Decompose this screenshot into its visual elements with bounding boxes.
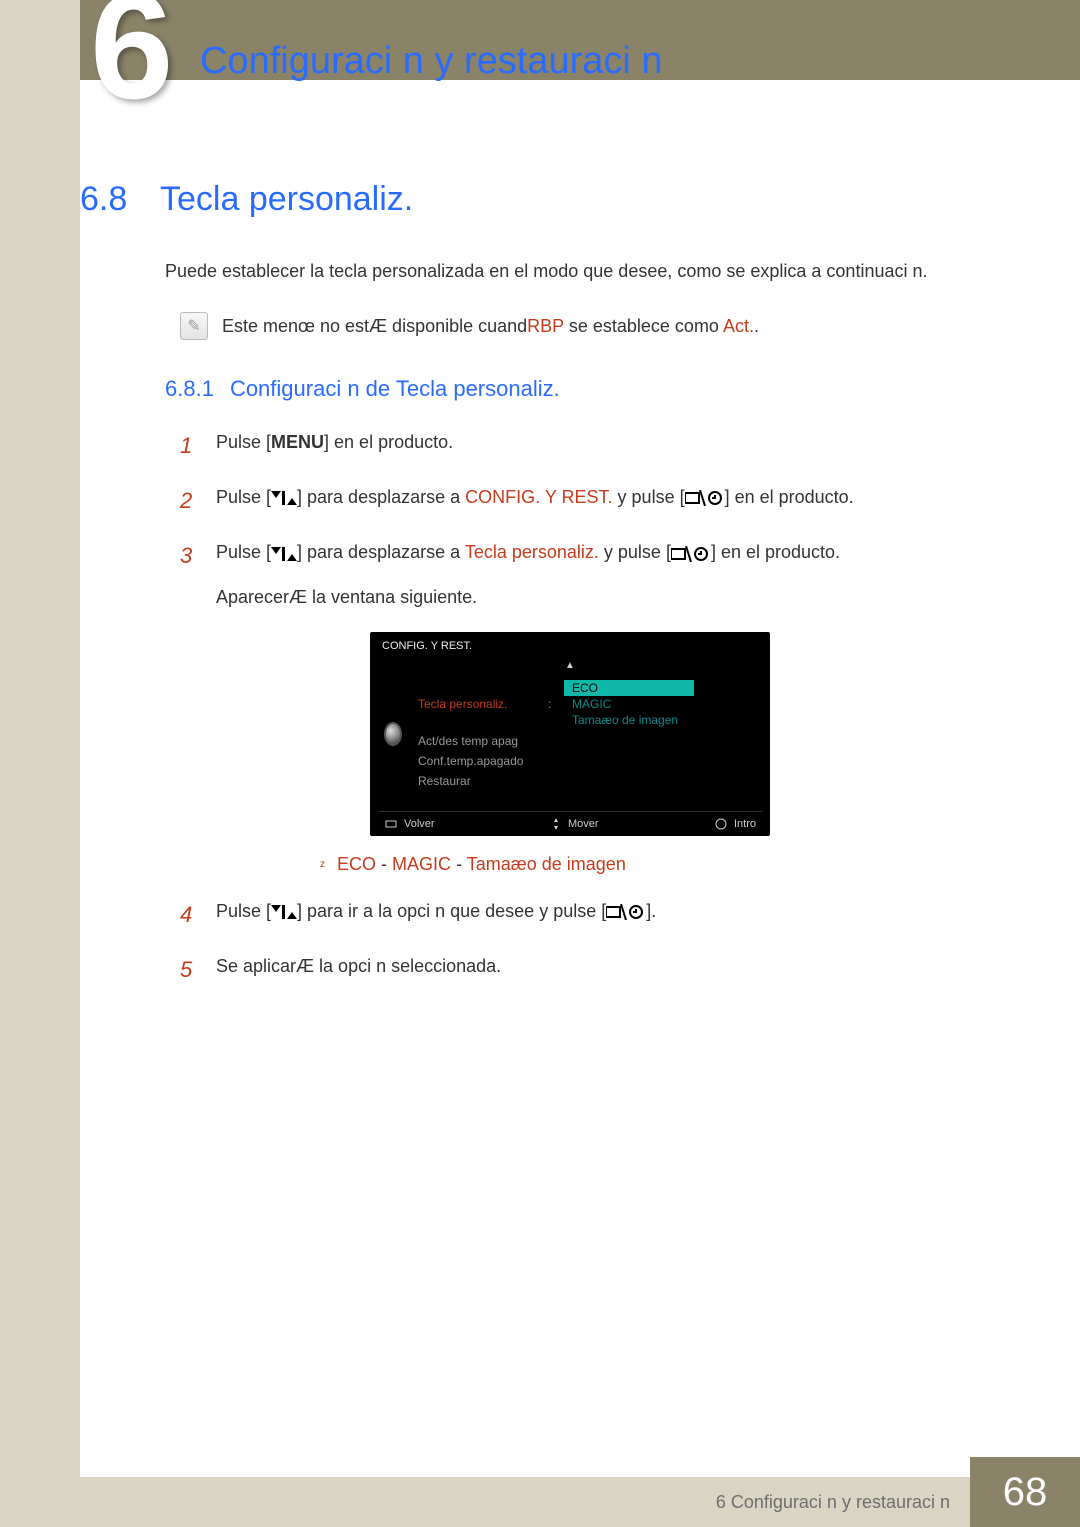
- opt: MAGIC: [392, 854, 451, 874]
- hl: CONFIG. Y REST.: [465, 487, 612, 507]
- footer-chapter: 6 Configuraci n y restauraci n: [80, 1477, 1080, 1527]
- step-num: 5: [180, 952, 198, 987]
- osd-panel: CONFIG. Y REST. ▲ Tecla personaliz. : EC…: [370, 632, 770, 836]
- section-number: 6.8: [80, 180, 140, 219]
- t: ] en el producto.: [725, 487, 854, 507]
- bullet-icon: z: [320, 859, 325, 870]
- note-text: Este menœ no estÆ disponible cuandRBP se…: [222, 316, 759, 337]
- option-bullet: z ECO - MAGIC - Tamaæo de imagen: [320, 854, 960, 875]
- osd-menu-item: Restaurar: [418, 774, 538, 788]
- t: Pulse [: [216, 487, 271, 507]
- osd-menu-item: Conf.temp.apagado: [418, 754, 538, 768]
- step-num: 2: [180, 483, 198, 518]
- down-up-arrow-icon: [271, 903, 297, 921]
- osd-move-label: Mover: [568, 818, 599, 830]
- osd-back-label: Volver: [404, 818, 435, 830]
- step-num: 1: [180, 428, 198, 463]
- osd-up-arrow-icon: ▲: [378, 660, 762, 671]
- step-3: 3 Pulse [ ] para desplazarse a Tecla pers…: [180, 538, 960, 612]
- step-list: 1 Pulse [MENU] en el producto. 2 Pulse […: [180, 428, 960, 987]
- footer: 6 Configuraci n y restauraci n 68: [0, 1457, 1080, 1527]
- osd-footer: Volver Mover Intro: [378, 811, 762, 832]
- osd-title: CONFIG. Y REST.: [378, 638, 762, 660]
- step-body: Pulse [MENU] en el producto.: [216, 428, 960, 463]
- note-icon: ✎: [180, 312, 208, 340]
- osd-menu-item: Tecla personaliz.: [418, 697, 538, 711]
- hl: Tecla personaliz.: [465, 542, 599, 562]
- step-body: Pulse [ ] para ir a la opci n que desee y…: [216, 897, 960, 932]
- content-area: 6.8 Tecla personaliz. Puede establecer l…: [80, 180, 1000, 1007]
- osd-screenshot: CONFIG. Y REST. ▲ Tecla personaliz. : EC…: [180, 632, 960, 836]
- note-hl1: RBP: [527, 316, 564, 336]
- osd-knob-icon: [384, 722, 402, 746]
- step-num: 3: [180, 538, 198, 612]
- step-body: Pulse [ ] para desplazarse a Tecla person…: [216, 538, 960, 612]
- osd-option: Tamaæo de imagen: [564, 712, 694, 728]
- t: Pulse [: [216, 542, 271, 562]
- step-body: Pulse [ ] para desplazarse a CONFIG. Y RE…: [216, 483, 960, 518]
- subsection-header: 6.8.1 Configuraci n de Tecla personaliz.: [165, 376, 960, 402]
- step-1: 1 Pulse [MENU] en el producto.: [180, 428, 960, 463]
- step-body: Se aplicarÆ la opci n seleccionada.: [216, 952, 960, 987]
- t: ] para ir a la opci n que desee y pulse: [297, 901, 596, 921]
- page-title: Configuraci n y restauraci n: [200, 40, 663, 83]
- step-4: 4 Pulse [ ] para ir a la opci n que desee…: [180, 897, 960, 932]
- section-intro: Puede establecer la tecla personalizada …: [165, 261, 960, 282]
- note-prefix: Este menœ no estÆ disponible cuand: [222, 316, 527, 336]
- osd-option: MAGIC: [564, 696, 694, 712]
- move-icon: [550, 818, 562, 830]
- down-up-arrow-icon: [271, 545, 297, 563]
- t: ] para desplazarse a: [297, 542, 460, 562]
- chapter-badge: 6: [100, 0, 190, 85]
- step-num: 4: [180, 897, 198, 932]
- back-icon: [384, 819, 398, 829]
- bullet-text: ECO - MAGIC - Tamaæo de imagen: [337, 854, 626, 875]
- source-enter-icon: [671, 545, 711, 563]
- t: ] en el producto.: [711, 542, 840, 562]
- left-stripe: [0, 0, 80, 1527]
- subsection-number: 6.8.1: [165, 376, 214, 402]
- step-5: 5 Se aplicarÆ la opci n seleccionada.: [180, 952, 960, 987]
- osd-option-selected: ECO: [564, 680, 694, 696]
- t: y pulse [: [618, 487, 685, 507]
- osd-menu-item: Act/des temp apag: [418, 734, 538, 748]
- t: ] para desplazarse a: [297, 487, 460, 507]
- note-suffix: .: [754, 316, 759, 336]
- section-title: Tecla personaliz.: [160, 180, 413, 219]
- chapter-number: 6: [90, 0, 163, 133]
- step-2: 2 Pulse [ ] para desplazarse a CONFIG. Y …: [180, 483, 960, 518]
- t: y pulse [: [599, 542, 671, 562]
- enter-icon: [714, 818, 728, 830]
- step-subtext: AparecerÆ la ventana siguiente.: [216, 583, 960, 612]
- t: Pulse [: [216, 901, 271, 921]
- osd-menu: Tecla personaliz. : ECO MAGIC Tamaæo de …: [418, 677, 756, 791]
- note-mid: se establece como: [564, 316, 719, 336]
- note-hl2: Act.: [723, 316, 754, 336]
- down-up-arrow-icon: [271, 489, 297, 507]
- opt: Tamaæo de imagen: [467, 854, 626, 874]
- menu-label: MENU: [271, 432, 324, 452]
- subsection-title: Configuraci n de Tecla personaliz.: [230, 376, 560, 402]
- t: ] en el producto.: [324, 432, 453, 452]
- t: Pulse [: [216, 432, 271, 452]
- osd-enter-label: Intro: [734, 818, 756, 830]
- note-row: ✎ Este menœ no estÆ disponible cuandRBP …: [180, 312, 960, 340]
- source-enter-icon: [606, 903, 646, 921]
- source-enter-icon: [685, 489, 725, 507]
- t: ].: [646, 901, 656, 921]
- section-header: 6.8 Tecla personaliz.: [80, 180, 960, 219]
- footer-page-number: 68: [970, 1457, 1080, 1527]
- opt: ECO: [337, 854, 376, 874]
